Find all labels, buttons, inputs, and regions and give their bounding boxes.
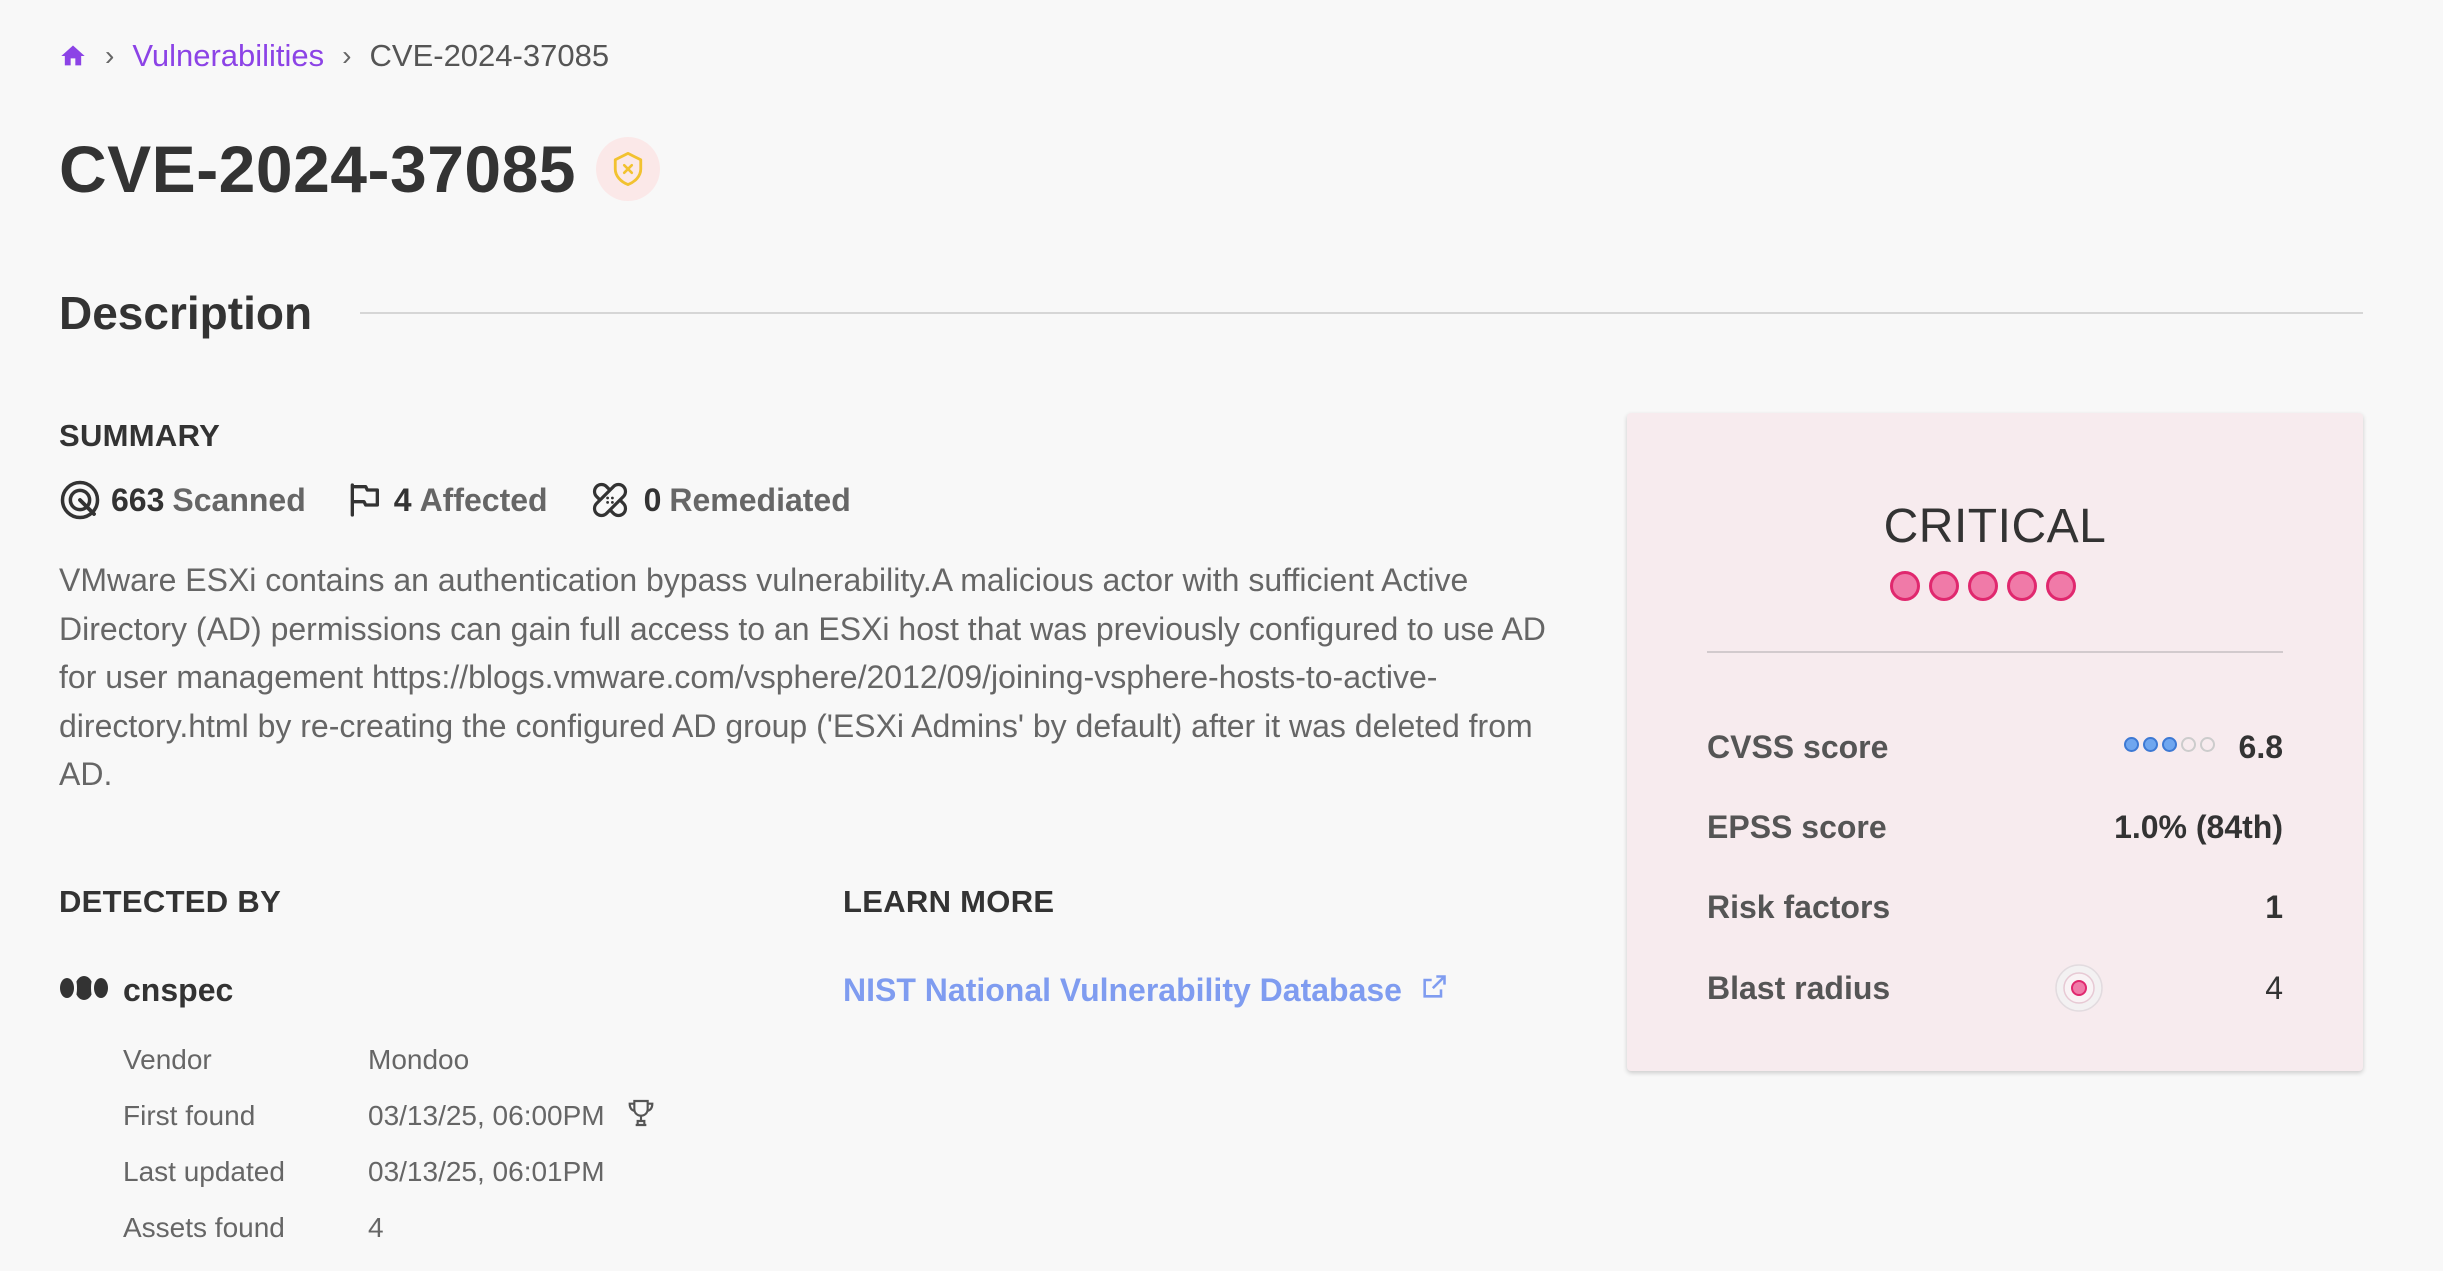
detected-by-label: DETECTED BY [59, 884, 282, 919]
blast-radius-icon [2054, 963, 2104, 1021]
stat-affected-value: 4 [393, 481, 412, 518]
summary-label: SUMMARY [59, 418, 221, 453]
cvss-dot [2124, 737, 2139, 752]
breadcrumb-current: CVE-2024-37085 [369, 38, 610, 73]
page-title: CVE-2024-37085 [59, 132, 577, 206]
nist-nvd-link[interactable]: NIST National Vulnerability Database [843, 970, 1448, 1010]
trophy-icon [605, 1097, 657, 1136]
bandage-icon [586, 476, 644, 524]
detected-by-tool: cnspec [59, 970, 233, 1010]
learn-more-label: LEARN MORE [843, 884, 1055, 919]
detail-value: 03/13/25, 06:00PM [368, 1100, 605, 1131]
breadcrumb-separator: › [342, 40, 352, 71]
detail-value: 4 [368, 1212, 384, 1243]
metric-value: 4 [2265, 969, 2283, 1006]
section-divider [360, 312, 2363, 314]
cvss-indicator [2124, 737, 2219, 752]
metric-label: Risk factors [1707, 888, 1891, 925]
card-divider [1707, 651, 2283, 653]
metric-blast-radius: Blast radius 4 [1707, 964, 2283, 1012]
stat-affected-label: Affected [419, 481, 548, 518]
metric-value: 1.0% (84th) [2114, 808, 2283, 845]
severity-label: CRITICAL [1883, 500, 2107, 553]
metric-value: 1 [2265, 888, 2283, 925]
severity-indicator [1890, 571, 2085, 601]
description-header: Description [59, 280, 2363, 346]
risk-summary-card: CRITICAL CVSS score 6.8 EPSS score 1.0% … [1627, 413, 2363, 1071]
stat-scanned-label: Scanned [172, 481, 306, 518]
metric-value: 6.8 [2238, 728, 2283, 765]
detail-row-vendor: Vendor Mondoo [123, 1032, 657, 1088]
description-text: VMware ESXi contains an authentication b… [59, 562, 1546, 792]
detail-key: First found [123, 1100, 256, 1131]
detail-value: 03/13/25, 06:01PM [368, 1156, 605, 1187]
stat-affected: 4 Affected [344, 480, 548, 520]
metric-cvss: CVSS score 6.8 [1707, 725, 2283, 769]
summary-stats: 663 Scanned 4 Affected 0 Remediated [59, 478, 889, 522]
nist-link-text[interactable]: NIST National Vulnerability Database [843, 972, 1402, 1009]
detail-key: Assets found [123, 1212, 285, 1243]
metric-label: EPSS score [1707, 808, 1887, 845]
cvss-dot [2200, 737, 2215, 752]
breadcrumb: › Vulnerabilities › CVE-2024-37085 [59, 36, 609, 76]
cvss-dot [2181, 737, 2196, 752]
stat-remediated-value: 0 [643, 481, 662, 518]
page-title-row: CVE-2024-37085 [59, 126, 661, 212]
detected-by-details: Vendor Mondoo First found 03/13/25, 06:0… [123, 1032, 657, 1256]
severity-dot [1929, 571, 1959, 601]
severity-dot [1968, 571, 1998, 601]
tool-name: cnspec [123, 971, 234, 1008]
cvss-dot [2143, 737, 2158, 752]
stat-remediated: 0 Remediated [586, 476, 851, 524]
stat-remediated-label: Remediated [669, 481, 851, 518]
metric-risk-factors: Risk factors 1 [1707, 885, 2283, 929]
metric-label: CVSS score [1707, 728, 1889, 765]
mondoo-logo-icon [59, 975, 109, 1006]
severity-dot [1890, 571, 1920, 601]
stat-scanned: 663 Scanned [59, 479, 306, 521]
detail-key: Vendor [123, 1044, 212, 1075]
cvss-dot [2162, 737, 2177, 752]
detail-row-last-updated: Last updated 03/13/25, 06:01PM [123, 1144, 657, 1200]
external-link-icon[interactable] [1402, 972, 1448, 1009]
stat-scanned-value: 663 [111, 481, 165, 518]
detail-row-assets-found: Assets found 4 [123, 1200, 657, 1256]
detail-value: Mondoo [368, 1044, 470, 1075]
flag-icon [344, 480, 394, 520]
shield-x-icon [596, 137, 661, 201]
severity-dot [2007, 571, 2037, 601]
home-icon[interactable] [59, 42, 87, 70]
metric-epss: EPSS score 1.0% (84th) [1707, 805, 2283, 849]
detail-row-first-found: First found 03/13/25, 06:00PM [123, 1088, 657, 1144]
severity-dot [2046, 571, 2076, 601]
target-icon [59, 479, 111, 521]
breadcrumb-link-vulnerabilities[interactable]: Vulnerabilities [132, 38, 324, 74]
description-heading: Description [59, 287, 313, 339]
detail-key: Last updated [123, 1156, 285, 1187]
metric-label: Blast radius [1707, 969, 1891, 1006]
breadcrumb-separator: › [105, 40, 115, 71]
